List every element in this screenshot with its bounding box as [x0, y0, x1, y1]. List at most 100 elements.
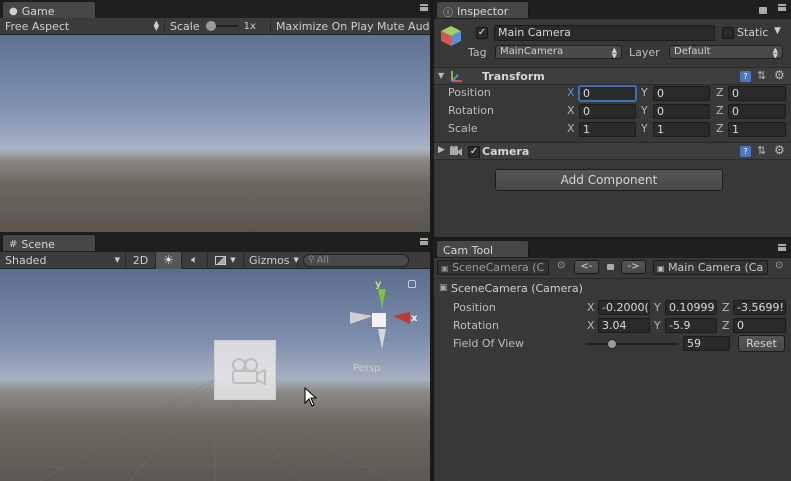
x-axis-label[interactable]: X — [567, 122, 575, 135]
game-tab-menu-icon[interactable] — [414, 4, 428, 16]
add-component-button[interactable]: Add Component — [495, 169, 723, 191]
fov-slider-track — [586, 343, 678, 345]
transform-row: Position X 0 Y 0 Z 0 — [434, 85, 791, 103]
transform-header[interactable]: ▼ Transform ? ⇅ ⚙ — [434, 67, 791, 85]
tab-inspector[interactable]: ⓘ Inspector — [436, 1, 529, 19]
object-picker-icon[interactable]: ⊙ — [775, 260, 783, 271]
target-camera-field[interactable]: ▣ Main Camera (Ca — [653, 260, 768, 275]
sun-icon: ☀ — [163, 253, 174, 267]
transform-row: Scale X 1 Y 1 Z 1 — [434, 121, 791, 139]
fov-slider[interactable] — [586, 337, 678, 351]
cam-rotation-z-field[interactable]: 0 — [733, 318, 786, 333]
next-camera-button[interactable]: -> — [621, 260, 646, 274]
prev-camera-button[interactable]: <- — [574, 260, 599, 274]
z-axis-label[interactable]: Z — [716, 86, 724, 99]
tag-label: Tag — [468, 46, 487, 59]
y-axis-label[interactable]: Y — [654, 319, 661, 332]
tab-game[interactable]: ● Game — [2, 1, 96, 18]
object-picker-icon[interactable]: ⊙ — [557, 260, 565, 271]
camera-component-header[interactable]: ▶ ✓ Camera ? ⇅ ⚙ — [434, 142, 791, 160]
audio-toggle[interactable]: 🔈︎ — [182, 251, 208, 269]
camera-enabled-checkbox[interactable]: ✓ — [468, 146, 480, 158]
rotation-x-field[interactable]: 0 — [579, 104, 636, 119]
scene-search-input[interactable]: ⚲ All — [303, 253, 409, 267]
gear-icon[interactable]: ⚙ — [774, 68, 785, 82]
layer-dropdown[interactable]: Default ▲ ▼ — [669, 45, 783, 59]
2d-mode-toggle[interactable]: 2D — [126, 251, 156, 269]
maximize-on-play-toggle[interactable]: Maximize On Play — [271, 17, 374, 35]
preset-icon[interactable]: ⇅ — [757, 69, 766, 82]
mouse-cursor-icon — [304, 387, 318, 407]
position-z-field[interactable]: 0 — [728, 86, 786, 101]
rotation-z-field[interactable]: 0 — [728, 104, 786, 119]
help-icon[interactable]: ? — [740, 71, 751, 82]
preset-icon[interactable]: ⇅ — [757, 144, 766, 157]
z-axis-label[interactable]: Z — [722, 319, 730, 332]
fov-field[interactable]: 59 — [683, 336, 730, 351]
scale-z-field[interactable]: 1 — [728, 122, 786, 137]
x-axis-label[interactable]: X — [567, 104, 575, 117]
cam-position-z-field[interactable]: -3.5699! — [733, 300, 786, 315]
y-axis-label[interactable]: Y — [641, 122, 648, 135]
game-viewport[interactable] — [0, 35, 430, 232]
tab-scene[interactable]: # Scene — [2, 234, 96, 251]
scene-viewport[interactable]: y x Persp — [0, 269, 430, 481]
scene-tab-menu-icon[interactable] — [414, 238, 428, 250]
transform-row: Rotation X 0 Y 0 Z 0 — [434, 103, 791, 121]
y-axis-label[interactable]: Y — [641, 86, 648, 99]
image-icon — [215, 255, 227, 265]
x-axis-label[interactable]: X — [587, 301, 595, 314]
y-axis-label[interactable]: Y — [654, 301, 661, 314]
inspector-lock-icon[interactable] — [759, 7, 767, 14]
lighting-toggle[interactable]: ☀ — [156, 251, 182, 269]
shading-mode-dropdown[interactable]: Shaded ▼ — [0, 251, 126, 269]
tag-dropdown[interactable]: MainCamera ▲ ▼ — [495, 45, 622, 59]
fov-slider-thumb[interactable] — [607, 339, 617, 349]
foldout-collapsed-icon[interactable]: ▶ — [438, 145, 445, 155]
scene-orientation-gizmo[interactable]: y x Persp — [345, 279, 425, 374]
gear-icon[interactable]: ⚙ — [774, 143, 785, 157]
static-dropdown-icon[interactable]: ▼ — [774, 26, 781, 36]
tab-cam-tool[interactable]: Cam Tool — [436, 240, 529, 257]
scale-slider-thumb[interactable] — [205, 21, 216, 31]
cam-rotation-y-field[interactable]: -5.9 — [665, 318, 717, 333]
source-camera-field[interactable]: ▣ SceneCamera (C — [437, 260, 549, 275]
scale-x-field[interactable]: 1 — [579, 122, 636, 137]
position-y-field[interactable]: 0 — [653, 86, 710, 101]
lock-small-icon[interactable] — [607, 264, 614, 270]
cam-rotation-label: Rotation — [453, 319, 500, 332]
inspector-tab-menu-icon[interactable] — [772, 4, 786, 16]
transform-row-label: Rotation — [448, 104, 495, 117]
x-axis-label[interactable]: X — [567, 86, 575, 99]
reset-button[interactable]: Reset — [738, 335, 785, 352]
x-axis-label[interactable]: X — [587, 319, 595, 332]
y-axis-label[interactable]: Y — [641, 104, 648, 117]
effects-dropdown[interactable]: ▼ — [208, 251, 244, 269]
persp-label[interactable]: Persp — [353, 363, 381, 374]
gizmos-dropdown[interactable]: Gizmos ▼ — [244, 251, 299, 269]
object-name-field[interactable]: Main Camera — [494, 25, 715, 41]
camera-gizmo-icon[interactable] — [214, 340, 276, 400]
cam-position-y-field[interactable]: 0.10999 — [665, 300, 717, 315]
foldout-expanded-icon[interactable]: ▼ — [438, 71, 444, 80]
cam-position-x-field[interactable]: -0.2000( — [598, 300, 650, 315]
cam-rotation-x-field[interactable]: 3.04 — [598, 318, 650, 333]
scale-slider[interactable] — [205, 21, 238, 31]
mute-audio-toggle[interactable]: Mute Audi — [372, 18, 430, 35]
z-axis-label[interactable]: Z — [722, 301, 730, 314]
transform-row-label: Position — [448, 86, 491, 99]
z-axis-label[interactable]: Z — [716, 122, 724, 135]
aspect-dropdown[interactable]: Free Aspect ▲ ▼ — [0, 17, 165, 35]
static-label: Static — [737, 26, 769, 39]
camera-small-icon: ▣ — [657, 264, 665, 273]
static-checkbox[interactable] — [722, 27, 734, 39]
z-axis-label[interactable]: Z — [716, 104, 724, 117]
dropdown-arrow-icon: ▼ — [230, 256, 236, 264]
cam-position-label: Position — [453, 301, 496, 314]
position-x-field[interactable]: 0 — [579, 86, 636, 101]
camtool-tab-menu-icon[interactable] — [772, 244, 786, 256]
active-checkbox[interactable]: ✓ — [476, 27, 488, 39]
scale-y-field[interactable]: 1 — [653, 122, 710, 137]
help-icon[interactable]: ? — [740, 146, 751, 157]
rotation-y-field[interactable]: 0 — [653, 104, 710, 119]
